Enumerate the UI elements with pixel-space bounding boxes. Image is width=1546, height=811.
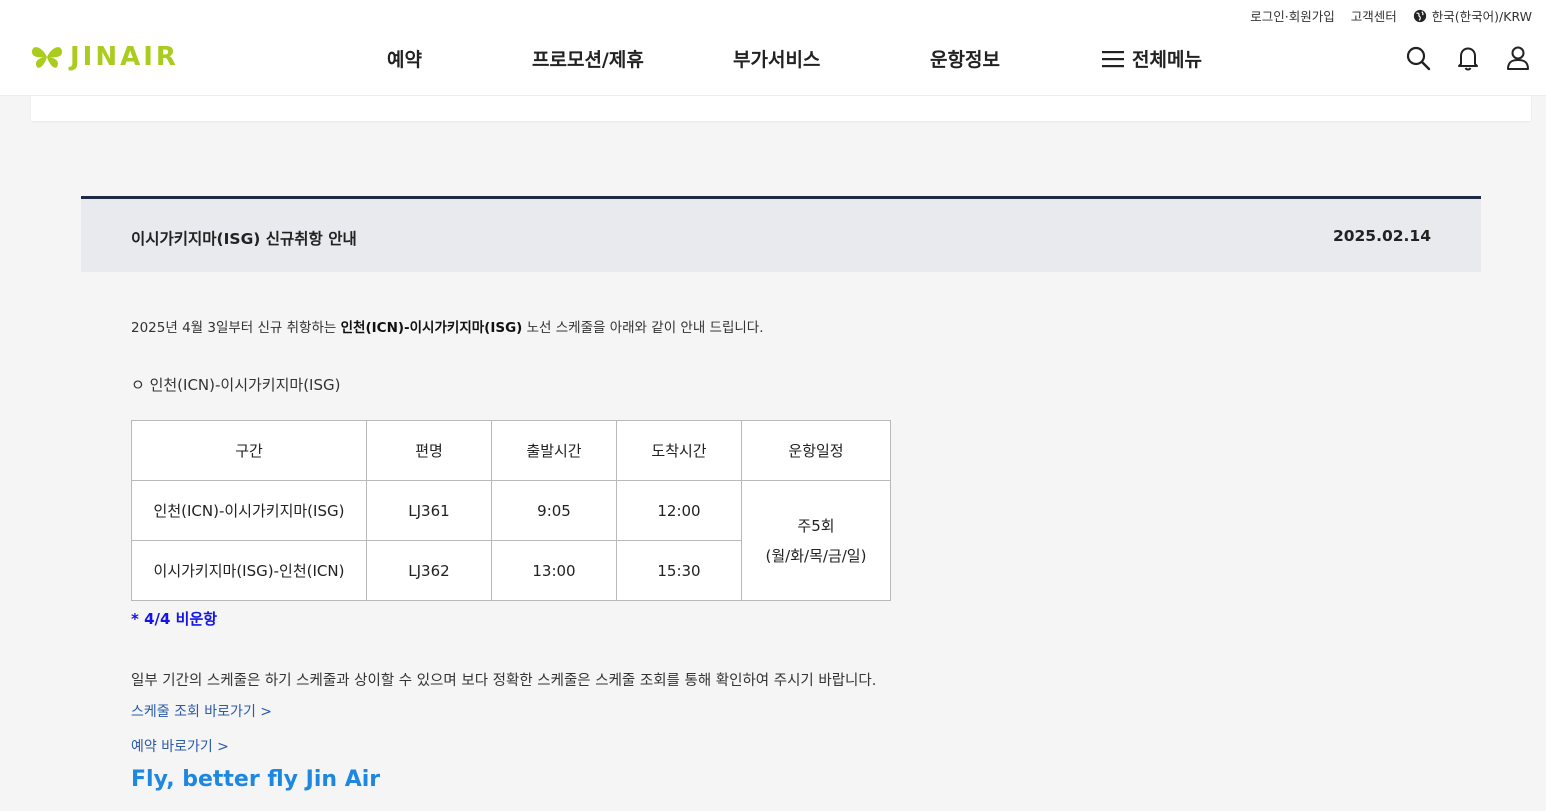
schedule-disclaimer: 일부 기간의 스케줄은 하기 스케줄과 상이할 수 있으며 보다 정확한 스케줄… <box>131 673 877 689</box>
header-schedule: 운항일정 <box>741 420 891 481</box>
notification-button[interactable] <box>1454 44 1482 72</box>
header-depart: 출발시간 <box>491 420 617 481</box>
nav-item-flight-info[interactable]: 운항정보 <box>930 45 1000 72</box>
schedule-lookup-link[interactable]: 스케줄 조회 바로가기 > <box>131 701 272 721</box>
nav-item-extra-services[interactable]: 부가서비스 <box>733 45 820 72</box>
nav-item-promotion[interactable]: 프로모션/제휴 <box>532 45 644 72</box>
intro-suffix: 노선 스케줄을 아래와 같이 안내 드립니다. <box>522 320 764 336</box>
language-selector[interactable]: 한국(한국어)/KRW <box>1413 6 1532 25</box>
bell-icon <box>1458 47 1478 71</box>
notice-title: 이시가키지마(ISG) 신규취항 안내 <box>131 230 357 248</box>
route-heading: ㅇ 인천(ICN)-이시가키지마(ISG) <box>131 376 341 394</box>
language-label: 한국(한국어)/KRW <box>1431 9 1532 24</box>
notice-intro: 2025년 4월 3일부터 신규 취항하는 인천(ICN)-이시가키지마(ISG… <box>131 316 764 336</box>
cell-depart: 13:00 <box>491 540 617 601</box>
schedule-frequency: 주5회 <box>797 516 835 535</box>
non-operation-note: * 4/4 비운항 <box>131 610 218 628</box>
main-navigation: 예약 프로모션/제휴 부가서비스 운항정보 전체메뉴 <box>0 45 1546 75</box>
globe-icon <box>1413 9 1426 22</box>
search-icon <box>1406 46 1431 71</box>
nav-item-all-menu[interactable]: 전체메뉴 <box>1102 45 1202 72</box>
login-signup-link[interactable]: 로그인·회원가입 <box>1250 6 1334 25</box>
header-icon-group <box>1404 44 1532 72</box>
site-header: 로그인·회원가입 고객센터 한국(한국어)/KRW JINAIR 예약 프로모션… <box>0 0 1546 96</box>
brand-slogan: Fly, better fly Jin Air <box>131 767 381 792</box>
search-button[interactable] <box>1404 44 1432 72</box>
cell-segment: 인천(ICN)-이시가키지마(ISG) <box>131 480 367 541</box>
my-page-button[interactable] <box>1504 44 1532 72</box>
schedule-table: 구간 편명 출발시간 도착시간 운항일정 인천(ICN)-이시가키지마(ISG)… <box>131 420 891 601</box>
table-row: 인천(ICN)-이시가키지마(ISG) LJ361 9:05 12:00 주5회… <box>131 480 891 601</box>
cell-depart: 9:05 <box>491 480 617 541</box>
notice-date: 2025.02.14 <box>1332 227 1431 245</box>
customer-center-link[interactable]: 고객센터 <box>1351 6 1397 25</box>
nav-item-booking[interactable]: 예약 <box>387 45 422 72</box>
cell-flight: LJ361 <box>366 480 492 541</box>
schedule-days: (월/화/목/금/일) <box>765 546 867 565</box>
cell-operating-schedule: 주5회 (월/화/목/금/일) <box>741 480 891 601</box>
intro-prefix: 2025년 4월 3일부터 신규 취항하는 <box>131 320 341 336</box>
booking-link[interactable]: 예약 바로가기 > <box>131 736 229 756</box>
notice-title-bar: 이시가키지마(ISG) 신규취항 안내 2025.02.14 <box>81 196 1481 272</box>
cell-flight: LJ362 <box>366 540 492 601</box>
cell-arrive: 15:30 <box>616 540 742 601</box>
all-menu-label: 전체메뉴 <box>1132 49 1202 71</box>
table-header-row: 구간 편명 출발시간 도착시간 운항일정 <box>131 420 891 481</box>
utility-bar: 로그인·회원가입 고객센터 한국(한국어)/KRW <box>1250 6 1532 25</box>
header-flight: 편명 <box>366 420 492 481</box>
cell-arrive: 12:00 <box>616 480 742 541</box>
hamburger-icon <box>1102 50 1124 67</box>
header-segment: 구간 <box>131 420 367 481</box>
content-top-panel <box>31 96 1531 121</box>
intro-route: 인천(ICN)-이시가키지마(ISG) <box>340 320 523 336</box>
header-arrive: 도착시간 <box>616 420 742 481</box>
cell-segment: 이시가키지마(ISG)-인천(ICN) <box>131 540 367 601</box>
user-icon <box>1507 46 1529 70</box>
